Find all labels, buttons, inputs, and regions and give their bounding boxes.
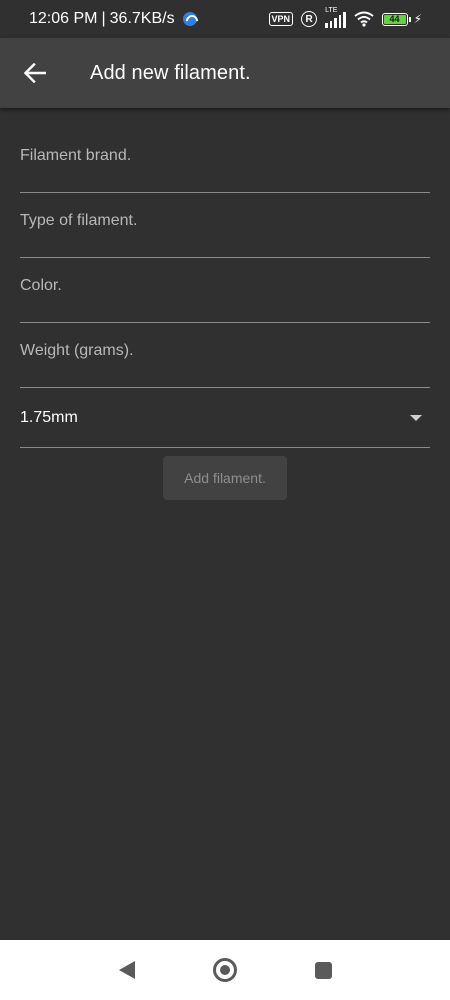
- status-left: 12:06 PM | 36.7KB/s: [29, 10, 197, 28]
- page-title: Add new filament.: [90, 61, 251, 84]
- nav-back-icon[interactable]: [118, 961, 135, 979]
- signal-bar: [329, 21, 333, 28]
- filament-brand-input[interactable]: [20, 147, 430, 165]
- signal-bar: [338, 15, 342, 28]
- signal-bar: [343, 12, 346, 28]
- back-button[interactable]: [0, 38, 70, 108]
- screen: 12:06 PM | 36.7KB/s VPN R LTE 44 ⚡ Add n…: [0, 0, 450, 1000]
- diameter-dropdown[interactable]: 1.75mm: [20, 388, 430, 448]
- nav-recents-icon[interactable]: [314, 961, 332, 979]
- battery-body: 44: [381, 12, 408, 26]
- charging-bolt-icon: ⚡: [413, 12, 422, 26]
- network-speed-icon: [182, 12, 197, 26]
- filament-type-input[interactable]: [20, 212, 430, 230]
- lte-signal-icon: LTE: [325, 7, 346, 28]
- dropdown-caret-icon: [410, 414, 422, 421]
- navigation-bar: [0, 940, 450, 1000]
- battery-icon: 44 ⚡: [381, 12, 422, 26]
- status-right: VPN R LTE 44 ⚡: [268, 7, 422, 28]
- vpn-icon: VPN: [268, 12, 294, 26]
- wifi-icon: [353, 11, 374, 27]
- brand-field-container: [20, 108, 430, 193]
- weight-input[interactable]: [20, 342, 430, 360]
- status-time: 12:06 PM: [29, 10, 98, 27]
- type-field-container: [20, 193, 430, 258]
- signal-bar: [325, 23, 328, 28]
- nav-home-icon[interactable]: [212, 958, 237, 982]
- add-filament-button[interactable]: Add filament.: [163, 456, 287, 500]
- battery-level: 44: [383, 14, 406, 24]
- color-input[interactable]: [20, 277, 430, 295]
- lte-label: LTE: [325, 7, 338, 14]
- status-bar: 12:06 PM | 36.7KB/s VPN R LTE 44 ⚡: [0, 0, 450, 38]
- battery-tip: [408, 16, 411, 22]
- signal-bar: [334, 18, 337, 28]
- diameter-selected-value: 1.75mm: [20, 408, 78, 426]
- filament-form: 1.75mm: [20, 108, 430, 448]
- status-separator: |: [101, 10, 106, 27]
- network-speed: 36.7KB/s: [109, 10, 175, 27]
- registered-icon: R: [301, 11, 318, 27]
- app-bar: Add new filament.: [0, 38, 450, 108]
- weight-field-container: [20, 323, 430, 388]
- arrow-left-icon: [24, 63, 46, 83]
- color-field-container: [20, 258, 430, 323]
